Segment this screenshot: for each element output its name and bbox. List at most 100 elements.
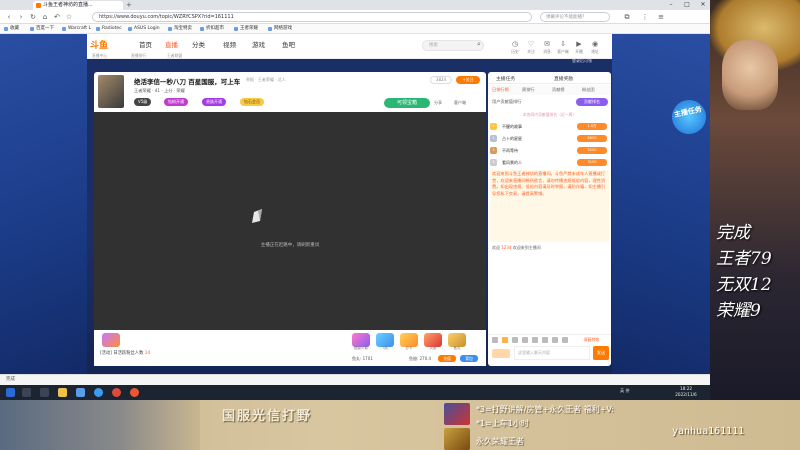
color-icon[interactable] [512, 337, 518, 343]
backpack-button[interactable]: 背包 [460, 355, 478, 362]
vip-pill[interactable]: 钻石会员 [240, 98, 264, 106]
treasure-box-button[interactable]: 可领宝箱 [384, 98, 430, 108]
subtab-daily[interactable]: 日排行榜 [492, 87, 509, 93]
bookmark-item[interactable]: 百度一下 [30, 24, 54, 34]
gift-fire-icon[interactable] [424, 333, 442, 347]
rank-row[interactable]: 3 不再等待 5200 [490, 146, 609, 155]
clear-icon[interactable] [562, 337, 568, 343]
live-icon[interactable]: ▶ [573, 40, 585, 48]
badge-icon[interactable] [502, 337, 508, 343]
search-icon[interactable] [22, 388, 31, 397]
search-icon[interactable]: ⌕ [473, 40, 485, 48]
rank-button[interactable]: 贡献排名 [576, 98, 608, 106]
douyu-logo[interactable]: 斗鱼 [90, 39, 120, 53]
tab-live-reward[interactable]: 直播奖励 [554, 75, 573, 82]
gift-rocket-icon[interactable] [352, 333, 370, 347]
room-tags[interactable]: 举报 · 王者荣耀 · 达人 [246, 77, 286, 83]
browser-taskbar-icon[interactable] [94, 388, 103, 397]
windows-start-icon[interactable] [6, 388, 15, 397]
maximize-icon[interactable]: □ [680, 0, 694, 10]
menu-icon[interactable]: ≡ [656, 12, 666, 22]
noble-pill[interactable]: 贵族开通 [202, 98, 226, 106]
nav-home[interactable]: 首页 [139, 41, 152, 50]
bookmark-item[interactable]: 折扣超市 [200, 24, 224, 34]
browser-tab[interactable]: 斗鱼王者神坊的直播... [33, 1, 123, 10]
forward-icon[interactable]: › [16, 12, 26, 22]
camera-icon[interactable] [542, 337, 548, 343]
bookmark-item[interactable]: 收藏 [4, 24, 19, 34]
king-rank-icon [444, 428, 470, 450]
bookmark-item[interactable]: Radiotec [96, 24, 122, 34]
nav-category[interactable]: 分类 [192, 41, 205, 50]
nav-live[interactable]: 直播 [165, 41, 178, 50]
settings-icon[interactable]: ⋮ [640, 12, 650, 22]
emoji-icon[interactable] [492, 337, 498, 343]
nav-games[interactable]: 游戏 [252, 41, 265, 50]
gift-fishball-icon[interactable] [448, 333, 466, 347]
bookmark-item[interactable]: 王者荣耀 [234, 24, 258, 34]
rank-row[interactable]: 1 不醒的故事 1.6万 [490, 122, 609, 131]
recharge-button[interactable]: 充值 [438, 355, 456, 362]
login-hint[interactable]: 登录后可领 [572, 58, 592, 64]
more-icon[interactable] [552, 337, 558, 343]
minimize-icon[interactable]: – [664, 0, 678, 10]
app-icon[interactable] [76, 388, 85, 397]
welcome-user[interactable]: 1234 [501, 245, 511, 250]
subtab-fanclub[interactable]: 粉丝团 [582, 87, 595, 93]
rank-row[interactable]: 2 占卜的星星 8600 [490, 134, 609, 143]
subtab-weekly[interactable]: 周排行 [522, 87, 535, 93]
header-icon-label: 关注 [527, 49, 535, 54]
subnav-item[interactable]: 直播排行 [131, 53, 146, 59]
chat-input[interactable]: 这里输入聊天内容 [514, 346, 590, 360]
gift-icon[interactable] [532, 337, 538, 343]
close-icon[interactable]: ✕ [696, 0, 710, 10]
refresh-icon[interactable]: ↻ [28, 12, 38, 22]
obs-icon[interactable] [112, 388, 121, 397]
nav-video[interactable]: 视频 [223, 41, 236, 50]
new-tab-icon[interactable]: + [126, 1, 132, 9]
share-button[interactable]: 分享 [434, 100, 442, 106]
bookmark-item[interactable]: Warcraft L [62, 24, 91, 34]
nav-fishbar[interactable]: 鱼吧 [282, 41, 295, 50]
block-effects-toggle[interactable]: 屏蔽特效 [584, 337, 599, 343]
follow-icon[interactable]: ♡ [525, 40, 537, 48]
home-icon[interactable]: ⌂ [40, 12, 50, 22]
star-icon[interactable]: ☆ [64, 12, 74, 22]
bookmark-item[interactable]: 网络游戏 [268, 24, 292, 34]
location-icon[interactable]: ◉ [589, 40, 601, 48]
gift-super-rocket-icon[interactable] [102, 333, 120, 347]
tab-anchor-task[interactable]: 主播任务 [496, 75, 515, 82]
undo-icon[interactable]: ↶ [52, 12, 62, 22]
fans-activity: [活动] 日活跃粉丝人数 14 [100, 350, 150, 356]
bookmark-item[interactable]: ASUS Login [128, 24, 160, 34]
system-tray[interactable]: 英 拼 [620, 388, 630, 394]
barrage-icon[interactable] [522, 337, 528, 343]
level-pill[interactable]: V5级 [134, 98, 152, 106]
url-input[interactable]: https://www.douyu.com/topic/WZRYCSPX?rid… [92, 12, 532, 22]
history-icon[interactable]: ◷ [509, 40, 521, 48]
fan-pill[interactable]: 钻粉开通 [164, 98, 188, 106]
back-icon[interactable]: ‹ [4, 12, 14, 22]
extensions-icon[interactable]: ⧉ [622, 12, 632, 22]
task-view-icon[interactable] [40, 388, 49, 397]
client-button[interactable]: 客户端 [454, 100, 466, 106]
follow-button[interactable]: +关注 [456, 76, 480, 84]
subtab-contribution[interactable]: 贡献榜 [552, 87, 565, 93]
download-icon[interactable]: ⇩ [557, 40, 569, 48]
app2-icon[interactable] [130, 388, 139, 397]
folder-icon[interactable] [58, 388, 67, 397]
browser-search-input[interactable]: 弹幕评论不能能播？ [540, 12, 610, 22]
fans-count: 14 [144, 351, 151, 356]
message-icon[interactable]: ✉ [541, 40, 553, 48]
send-button[interactable]: 发送 [593, 346, 609, 360]
gift-plane-icon[interactable] [376, 333, 394, 347]
taskbar-clock[interactable]: 18:22 2022/11/6 [668, 386, 704, 398]
anchor-avatar[interactable] [98, 75, 124, 108]
gift-card-icon[interactable] [400, 333, 418, 347]
bookmark-item[interactable]: 淘宝特卖 [168, 24, 192, 34]
rank-row[interactable]: 4 看风景的人 3100 [490, 158, 609, 167]
subnav-item[interactable]: 王者联盟 [167, 53, 182, 59]
video-player[interactable]: 主播正在赶路中，请刷新重试 [94, 112, 486, 330]
user-level-badge[interactable] [492, 349, 510, 358]
subnav-item[interactable]: 直播中心 [92, 53, 107, 59]
